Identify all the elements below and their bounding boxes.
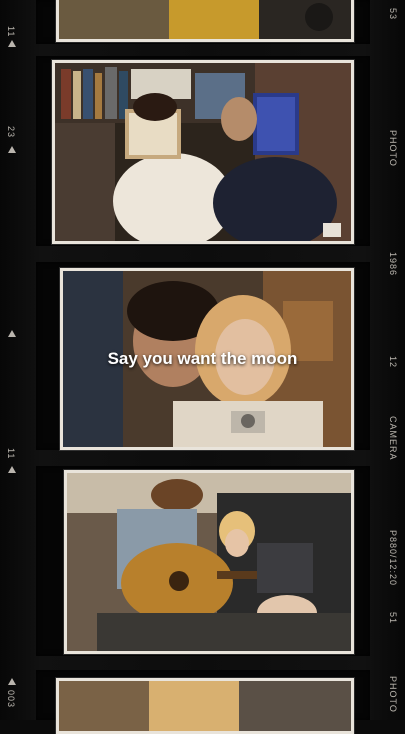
film-number-left-1: 11	[6, 26, 16, 38]
film-frame-1	[36, 0, 370, 44]
film-label-right-1: 53	[388, 8, 398, 21]
film-arrow-icon	[8, 40, 16, 47]
film-label-right-3: 1986	[388, 252, 398, 277]
film-arrow-icon	[8, 678, 16, 685]
photo-bottom-partial	[56, 678, 354, 734]
film-label-right-6: P880/12:20	[388, 530, 398, 587]
film-label-right-8: PHOTO	[388, 676, 398, 713]
film-arrow-icon	[8, 146, 16, 153]
film-label-right-5: CAMERA	[388, 416, 398, 461]
film-arrow-icon	[8, 330, 16, 337]
lyric-caption: Say you want the moon	[107, 349, 298, 368]
film-label-right-7: 51	[388, 612, 398, 625]
film-frame-2	[36, 56, 370, 246]
film-number-left-4: 003	[6, 690, 16, 709]
film-number-left-3: 11	[6, 448, 16, 460]
film-frame-5	[36, 670, 370, 734]
photo-bookshelf-couple	[52, 60, 354, 244]
film-arrow-icon	[8, 466, 16, 473]
film-strip-background: 11 23 11 003 53 PHOTO 1986 12 CAMERA P88…	[0, 0, 405, 734]
photo-top-partial	[56, 0, 354, 42]
film-number-left-2: 23	[6, 126, 16, 139]
photo-guitar-couple	[64, 470, 354, 654]
film-frame-4	[36, 466, 370, 656]
film-label-right-2: PHOTO	[388, 130, 398, 167]
